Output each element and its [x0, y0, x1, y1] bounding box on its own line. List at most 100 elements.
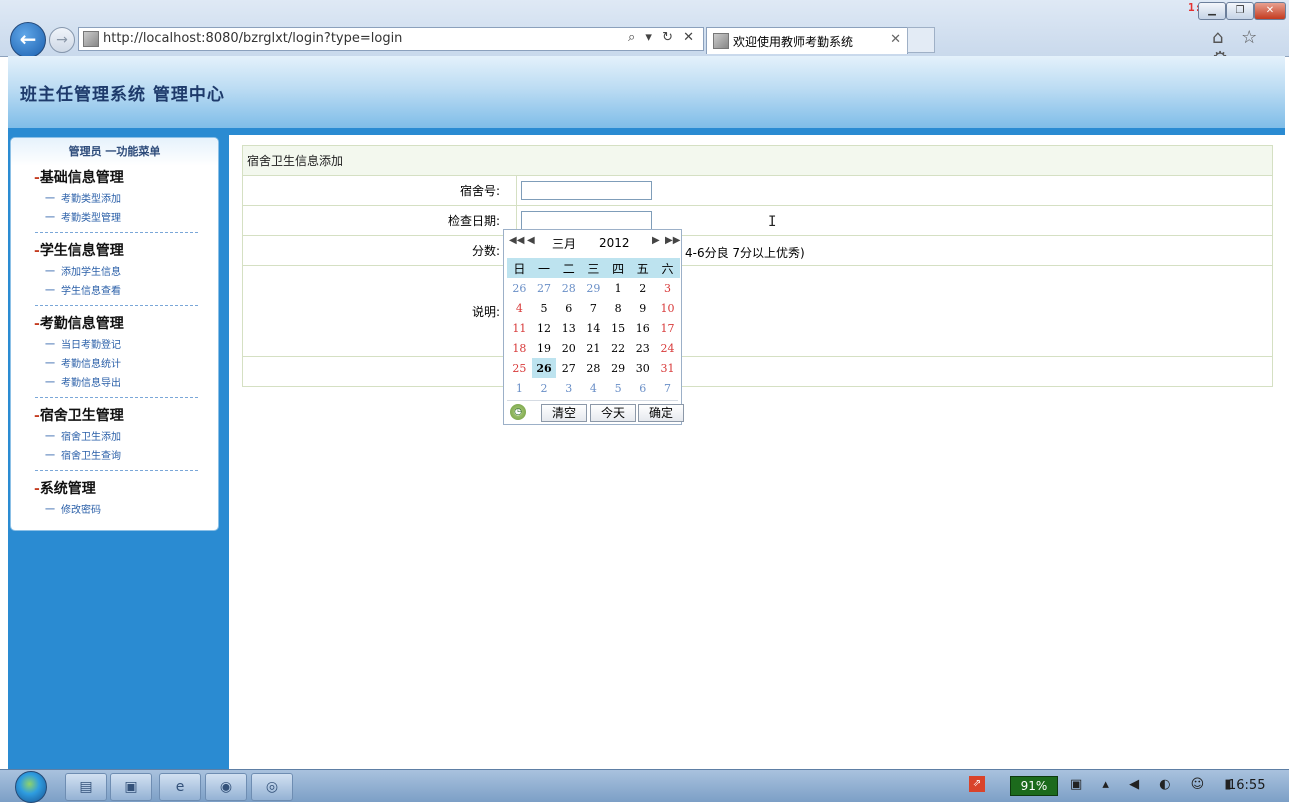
- menu-group-attendance: -考勤信息管理 一当日考勤登记 一考勤信息统计 一考勤信息导出: [34, 312, 198, 398]
- calendar-day[interactable]: 13: [556, 318, 581, 338]
- calendar-day[interactable]: 5: [532, 298, 557, 318]
- system-tray-icons[interactable]: ▣ ▴ ◀ ◐ ☺ ▮: [1070, 777, 1240, 792]
- calendar-day[interactable]: 5: [606, 378, 631, 398]
- menu-item-attendance-type-manage[interactable]: 一考勤类型管理: [35, 209, 198, 228]
- menu-item-attendance-stats[interactable]: 一考勤信息统计: [35, 355, 198, 374]
- calendar-day[interactable]: 31: [655, 358, 680, 378]
- calendar-day[interactable]: 4: [581, 378, 606, 398]
- clear-button[interactable]: 清空: [541, 404, 587, 422]
- next-year-icon[interactable]: ▶▶: [665, 235, 680, 246]
- calendar-day[interactable]: 6: [556, 298, 581, 318]
- calendar-day[interactable]: 27: [532, 278, 557, 298]
- app2-taskbar-icon[interactable]: ◎: [251, 773, 293, 801]
- page-icon: [83, 31, 99, 47]
- explorer-taskbar-icon[interactable]: ▤: [65, 773, 107, 801]
- browser-tab[interactable]: 欢迎使用教师考勤系统 ✕: [706, 27, 908, 54]
- calendar-day[interactable]: 23: [630, 338, 655, 358]
- weekday-header: 三: [581, 258, 606, 278]
- menu-item-attendance-export[interactable]: 一考勤信息导出: [35, 374, 198, 393]
- calendar-day[interactable]: 6: [630, 378, 655, 398]
- calendar-day[interactable]: 26: [531, 358, 557, 378]
- address-tools-icons[interactable]: ⌕ ▾ ↻ ✕: [628, 30, 697, 45]
- calendar-day[interactable]: 26: [507, 278, 532, 298]
- media-taskbar-icon[interactable]: ◉: [205, 773, 247, 801]
- calendar-day[interactable]: 18: [507, 338, 532, 358]
- close-window-button[interactable]: ✕: [1254, 2, 1286, 20]
- date-picker-footer: ◷ 清空 今天 确定: [507, 404, 684, 422]
- calendar-day[interactable]: 7: [581, 298, 606, 318]
- calendar-day[interactable]: 9: [630, 298, 655, 318]
- forward-button[interactable]: →: [49, 27, 75, 53]
- calendar-day[interactable]: 8: [606, 298, 631, 318]
- weekday-header: 四: [605, 258, 631, 278]
- menu-item-change-password[interactable]: 一修改密码: [35, 501, 198, 520]
- ie-taskbar-icon[interactable]: e: [159, 773, 201, 801]
- check-date-input[interactable]: [521, 211, 652, 230]
- calendar-day[interactable]: 20: [556, 338, 581, 358]
- new-tab-button[interactable]: [907, 27, 935, 53]
- calendar-day[interactable]: 29: [581, 278, 606, 298]
- calendar-day[interactable]: 29: [606, 358, 631, 378]
- calendar-day[interactable]: 24: [655, 338, 680, 358]
- calendar-day[interactable]: 2: [532, 378, 557, 398]
- menu-item-dorm-query[interactable]: 一宿舍卫生查询: [35, 447, 198, 466]
- dorm-number-input[interactable]: [521, 181, 652, 200]
- calendar-day[interactable]: 16: [630, 318, 655, 338]
- calendar-day[interactable]: 19: [532, 338, 557, 358]
- calendar-day[interactable]: 22: [606, 338, 631, 358]
- calendar-day[interactable]: 17: [655, 318, 680, 338]
- calendar-day[interactable]: 1: [606, 278, 631, 298]
- prev-month-icon[interactable]: ◀: [527, 235, 535, 246]
- menu-group-header[interactable]: -基础信息管理: [34, 166, 198, 190]
- date-picker-year[interactable]: 2012: [599, 236, 630, 250]
- tab-close-icon[interactable]: ✕: [890, 32, 901, 47]
- calendar-day[interactable]: 7: [655, 378, 680, 398]
- time-clock-icon[interactable]: ◷: [510, 404, 526, 420]
- confirm-button[interactable]: 确定: [638, 404, 684, 422]
- calendar-day[interactable]: 4: [507, 298, 532, 318]
- calendar-day[interactable]: 12: [532, 318, 557, 338]
- calendar-day[interactable]: 14: [581, 318, 606, 338]
- pdf-tray-icon[interactable]: ⇗: [969, 776, 985, 792]
- today-button[interactable]: 今天: [590, 404, 636, 422]
- menu-group-basic: -基础信息管理 一考勤类型添加 一考勤类型管理: [34, 166, 198, 233]
- calendar-day[interactable]: 25: [507, 358, 532, 378]
- menu-group-header[interactable]: -考勤信息管理: [34, 312, 198, 336]
- menu-item-attendance-register[interactable]: 一当日考勤登记: [35, 336, 198, 355]
- taskbar-clock[interactable]: 16:55: [1228, 778, 1265, 793]
- menu-group-header[interactable]: -学生信息管理: [34, 239, 198, 263]
- calendar-day[interactable]: 28: [556, 278, 581, 298]
- calendar-day[interactable]: 21: [581, 338, 606, 358]
- battery-indicator[interactable]: 91%: [1010, 776, 1058, 796]
- menu-title: 管理员 一功能菜单: [11, 138, 218, 166]
- back-button[interactable]: ←: [10, 22, 46, 58]
- calendar-day[interactable]: 28: [581, 358, 606, 378]
- next-month-icon[interactable]: ▶: [652, 235, 660, 246]
- address-bar[interactable]: http://localhost:8080/bzrglxt/login?type…: [78, 27, 704, 51]
- app-taskbar-icon[interactable]: ▣: [110, 773, 152, 801]
- minimize-button[interactable]: ▁: [1198, 2, 1226, 20]
- date-picker-header: ◀◀ ◀ 三月 2012 ▶ ▶▶: [504, 230, 681, 256]
- calendar-day[interactable]: 1: [507, 378, 532, 398]
- menu-item-student-add[interactable]: 一添加学生信息: [35, 263, 198, 282]
- maximize-button[interactable]: ❐: [1226, 2, 1254, 20]
- calendar-day[interactable]: 15: [606, 318, 631, 338]
- calendar-day[interactable]: 2: [630, 278, 655, 298]
- prev-year-icon[interactable]: ◀◀: [509, 235, 524, 246]
- menu-group-header[interactable]: -系统管理: [34, 477, 198, 501]
- menu-group-header[interactable]: -宿舍卫生管理: [34, 404, 198, 428]
- date-picker-month[interactable]: 三月: [552, 235, 576, 252]
- menu-item-attendance-type-add[interactable]: 一考勤类型添加: [35, 190, 198, 209]
- address-url[interactable]: http://localhost:8080/bzrglxt/login?type…: [103, 31, 402, 46]
- calendar-day[interactable]: 30: [630, 358, 655, 378]
- calendar-day[interactable]: 3: [655, 278, 680, 298]
- menu-item-student-view[interactable]: 一学生信息查看: [35, 282, 198, 301]
- calendar-day[interactable]: 11: [507, 318, 532, 338]
- calendar-day[interactable]: 10: [655, 298, 680, 318]
- menu-group-system: -系统管理 一修改密码: [34, 477, 198, 524]
- start-button[interactable]: [15, 771, 47, 803]
- calendar-day[interactable]: 3: [556, 378, 581, 398]
- tab-title: 欢迎使用教师考勤系统: [733, 35, 854, 49]
- calendar-day[interactable]: 27: [556, 358, 581, 378]
- menu-item-dorm-add[interactable]: 一宿舍卫生添加: [35, 428, 198, 447]
